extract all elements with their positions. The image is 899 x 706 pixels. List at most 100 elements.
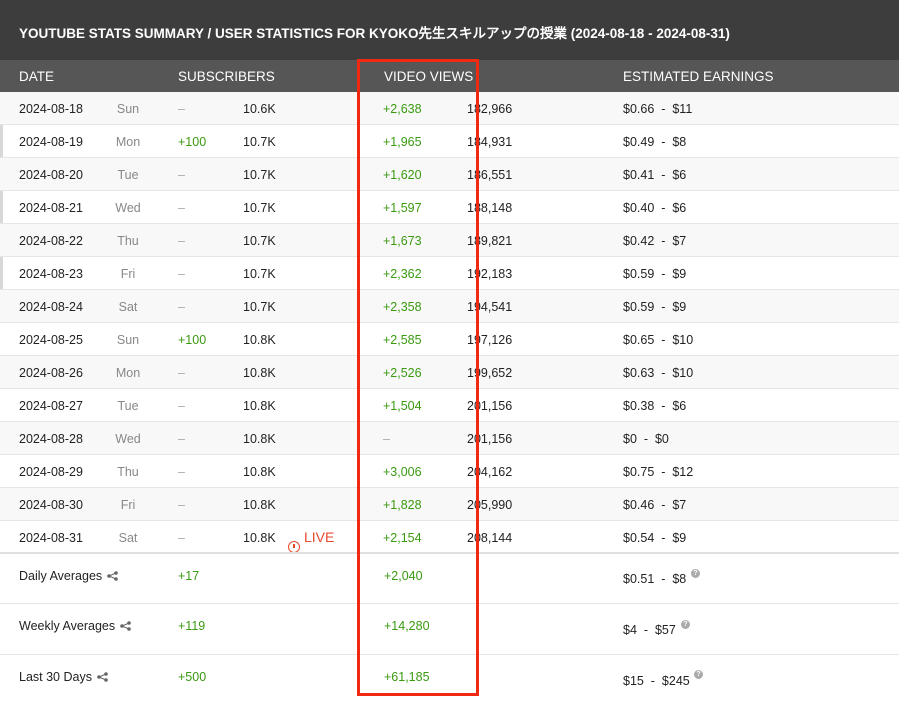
- help-icon[interactable]: ?: [681, 620, 690, 629]
- row-view-total: 197,126: [467, 333, 513, 347]
- share-icon[interactable]: [107, 571, 118, 581]
- row-weekday: Fri: [120, 267, 136, 281]
- row-view-change: –: [383, 432, 390, 446]
- row-view-change: +3,006: [383, 465, 422, 479]
- row-subscriber-change: –: [178, 366, 185, 380]
- table-row: 2024-08-29 Thu – 10.8K +3,006 204,162 $0.75 - …: [0, 455, 899, 488]
- earnings-low: $0.54: [623, 531, 655, 545]
- row-date: 2024-08-22: [19, 234, 83, 248]
- table-row: 2024-08-31 Sat – 10.8K LIVE +2,154 208,144 $0.5…: [0, 521, 899, 554]
- column-header-subscribers[interactable]: SUBSCRIBERS: [178, 69, 275, 84]
- earnings-high: $11: [672, 102, 693, 116]
- row-weekday: Mon: [115, 366, 141, 380]
- table-row: 2024-08-19 Mon +100 10.7K +1,965 184,931 $0.49…: [0, 125, 899, 158]
- row-weekday: Sat: [118, 300, 138, 314]
- row-weekday: Sun: [116, 333, 140, 347]
- summary-earnings: $0.51 - $8: [623, 572, 687, 586]
- earnings-high: $6: [672, 201, 687, 215]
- help-icon[interactable]: ?: [694, 670, 703, 679]
- summary-subscribers: +17: [178, 569, 200, 583]
- row-date: 2024-08-20: [19, 168, 83, 182]
- row-weekday: Tue: [117, 399, 139, 413]
- row-subscriber-total: 10.8K: [243, 498, 276, 512]
- summary-row-30-days: Last 30 Days +500 +61,185 $15 - $245 ?: [0, 655, 899, 706]
- row-subscriber-total: 10.8K: [243, 465, 276, 479]
- summary-row-daily: Daily Averages +17 +2,040 $0.51 - $8 ?: [0, 554, 899, 604]
- row-date: 2024-08-26: [19, 366, 83, 380]
- row-date: 2024-08-31: [19, 531, 83, 545]
- row-weekday: Tue: [117, 168, 139, 182]
- row-subscriber-change: –: [178, 267, 185, 281]
- earnings-high: $10: [672, 333, 694, 347]
- summary-subscribers: +119: [178, 619, 206, 633]
- column-header-earnings[interactable]: ESTIMATED EARNINGS: [623, 69, 774, 84]
- row-weekday: Wed: [115, 201, 141, 215]
- summary-views: +2,040: [384, 569, 423, 583]
- row-view-change: +1,828: [383, 498, 422, 512]
- table-row: 2024-08-28 Wed – 10.8K – 201,156 $0 - $0: [0, 422, 899, 455]
- row-view-change: +2,358: [383, 300, 422, 314]
- row-view-total: 188,148: [467, 201, 513, 215]
- column-header-date[interactable]: DATE: [19, 69, 54, 84]
- row-date: 2024-08-29: [19, 465, 83, 479]
- row-earnings: $0.54 - $9: [623, 531, 687, 545]
- row-view-total: 201,156: [467, 432, 513, 446]
- earnings-high: $6: [672, 399, 687, 413]
- row-view-total: 182,966: [467, 102, 513, 116]
- earnings-low: $0.41: [623, 168, 655, 182]
- row-view-change: +1,620: [383, 168, 422, 182]
- live-badge[interactable]: LIVE: [288, 529, 334, 553]
- row-subscriber-total: 10.7K: [243, 267, 276, 281]
- row-subscriber-change: –: [178, 300, 185, 314]
- row-earnings: $0.59 - $9: [623, 300, 687, 314]
- row-subscriber-total: 10.6K: [243, 102, 276, 116]
- row-view-total: 194,541: [467, 300, 513, 314]
- row-earnings: $0.49 - $8: [623, 135, 687, 149]
- column-header-video-views[interactable]: VIDEO VIEWS: [384, 69, 473, 84]
- share-icon[interactable]: [97, 672, 108, 682]
- row-weekday: Sat: [118, 531, 138, 545]
- earnings-low: $0.42: [623, 234, 655, 248]
- row-view-change: +1,965: [383, 135, 422, 149]
- page-title: YOUTUBE STATS SUMMARY / USER STATISTICS …: [0, 0, 899, 60]
- help-icon[interactable]: ?: [691, 569, 700, 578]
- earnings-low: $0.59: [623, 300, 655, 314]
- summary-row-weekly: Weekly Averages +119 +14,280 $4 - $57 ?: [0, 604, 899, 655]
- table-row: 2024-08-30 Fri – 10.8K +1,828 205,990 $0.46 - …: [0, 488, 899, 521]
- row-subscriber-change: +100: [178, 135, 207, 149]
- row-subscriber-change: –: [178, 102, 185, 116]
- earnings-high: $12: [672, 465, 694, 479]
- row-earnings: $0.46 - $7: [623, 498, 687, 512]
- row-weekday: Fri: [120, 498, 136, 512]
- row-earnings: $0.42 - $7: [623, 234, 687, 248]
- share-icon[interactable]: [120, 621, 131, 631]
- row-subscriber-change: –: [178, 498, 185, 512]
- row-subscriber-change: –: [178, 531, 185, 545]
- earnings-high: $8: [672, 135, 687, 149]
- summary-label: Last 30 Days: [19, 670, 108, 684]
- row-subscriber-change: –: [178, 168, 185, 182]
- row-earnings: $0.59 - $9: [623, 267, 687, 281]
- table-row: 2024-08-20 Tue – 10.7K +1,620 186,551 $0.41 - …: [0, 158, 899, 191]
- row-weekday: Mon: [115, 135, 141, 149]
- summary-earnings: $4 - $57: [623, 623, 676, 637]
- row-earnings: $0.40 - $6: [623, 201, 687, 215]
- earnings-high: $6: [672, 168, 687, 182]
- earnings-high: $7: [672, 234, 687, 248]
- row-view-total: 192,183: [467, 267, 513, 281]
- earnings-low: $0.66: [623, 102, 655, 116]
- row-date: 2024-08-27: [19, 399, 83, 413]
- row-subscriber-total: 10.7K: [243, 234, 276, 248]
- row-view-change: +2,362: [383, 267, 422, 281]
- summary-subscribers: +500: [178, 670, 207, 684]
- row-subscriber-total: 10.8K: [243, 366, 276, 380]
- earnings-low: $0.46: [623, 498, 655, 512]
- row-view-total: 189,821: [467, 234, 513, 248]
- summary-earnings: $15 - $245: [623, 674, 690, 688]
- row-view-total: 201,156: [467, 399, 513, 413]
- row-subscriber-total: 10.7K: [243, 135, 276, 149]
- column-header-bar: DATE SUBSCRIBERS VIDEO VIEWS ESTIMATED E…: [0, 60, 899, 92]
- row-subscriber-total: 10.8K: [243, 432, 276, 446]
- row-subscriber-total: 10.7K: [243, 168, 276, 182]
- row-weekday: Thu: [117, 234, 139, 248]
